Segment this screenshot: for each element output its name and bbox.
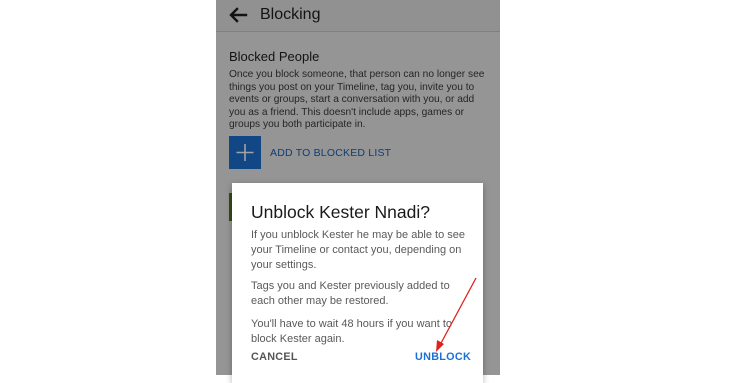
unblock-button[interactable]: UNBLOCK (415, 351, 471, 363)
cancel-button[interactable]: CANCEL (251, 351, 298, 363)
dialog-message: Tags you and Kester previously added to … (251, 280, 450, 307)
dialog-message: You'll have to wait 48 hours if you want… (251, 318, 453, 345)
dialog-title: Unblock Kester Nnadi? (251, 202, 430, 222)
dialog-message: If you unblock Kester he may be able to … (251, 229, 466, 271)
unblock-dialog: Unblock Kester Nnadi? If you unblock Kes… (232, 183, 483, 383)
